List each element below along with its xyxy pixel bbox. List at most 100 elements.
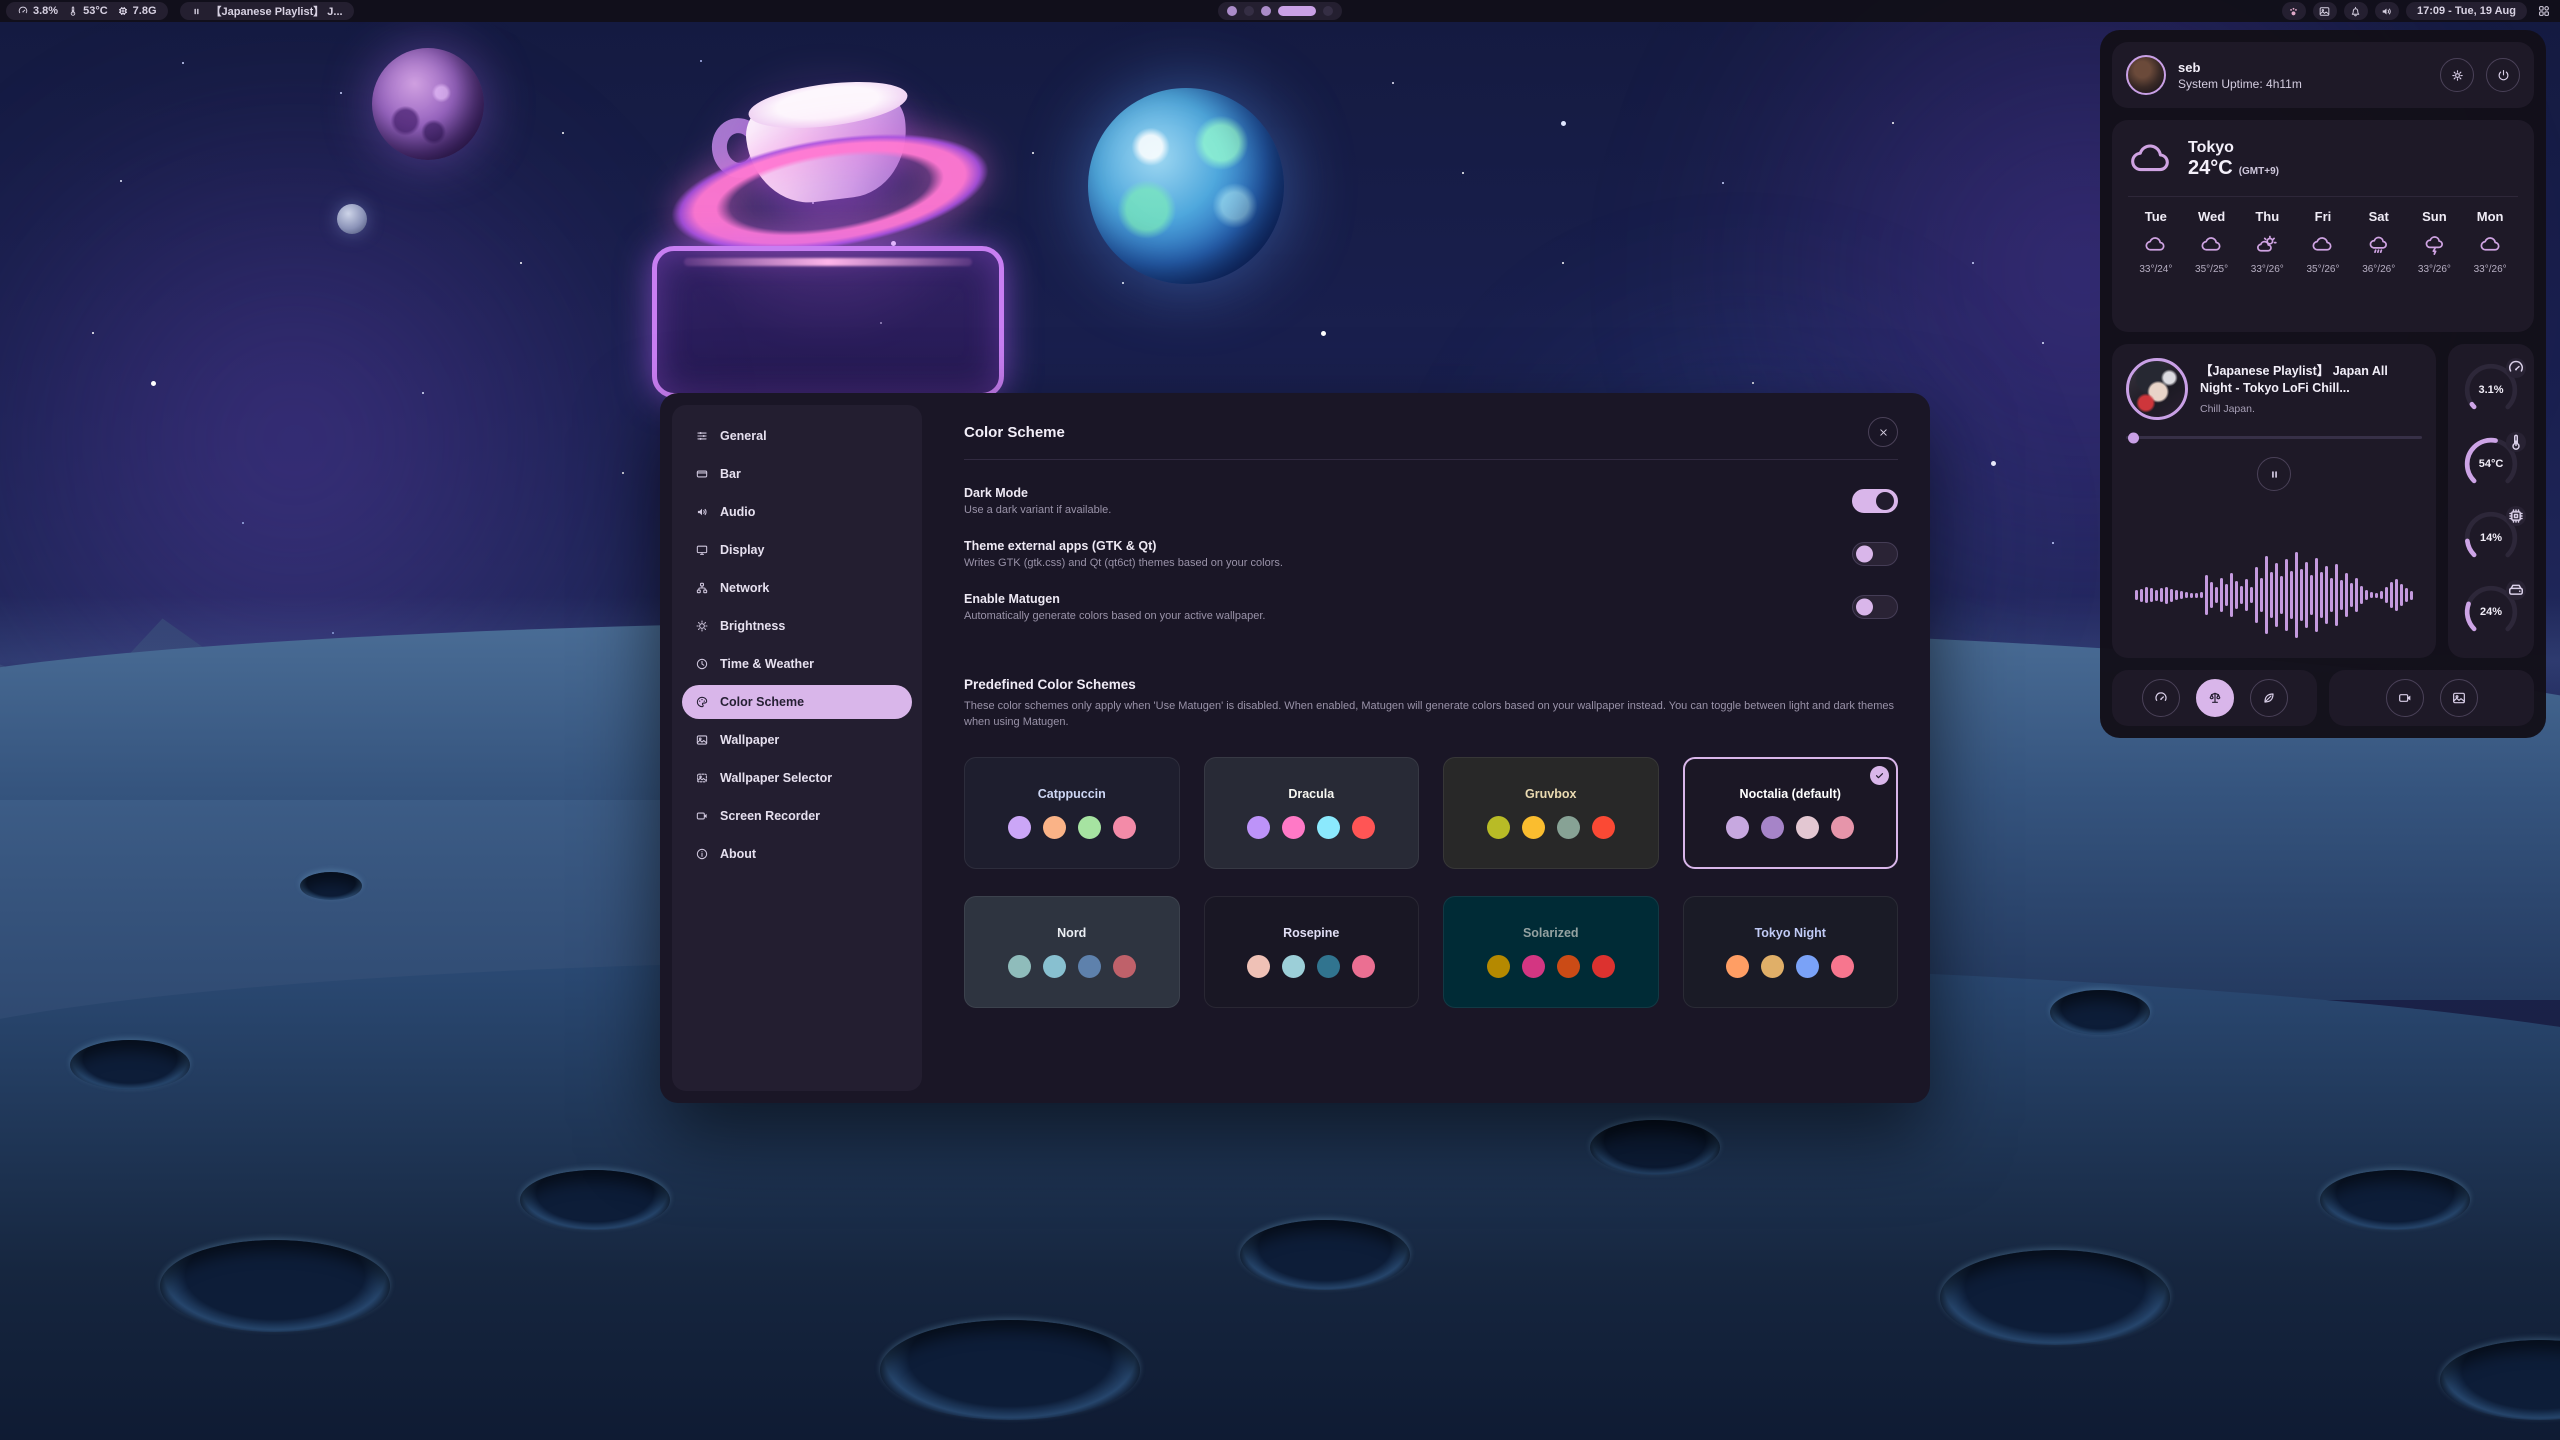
sidebar-item-wallpaper-selector[interactable]: Wallpaper Selector <box>682 761 912 795</box>
waveform-bar <box>2265 556 2268 634</box>
dashboard-icon[interactable] <box>2537 4 2551 18</box>
bar-media-pill[interactable]: 【Japanese Playlist】 J... <box>180 2 354 20</box>
tray-wallpaper-button[interactable] <box>2313 2 2337 20</box>
scheme-card-rosepine[interactable]: Rosepine <box>1204 896 1420 1008</box>
toggle-theme-external-apps-gtk-qt[interactable] <box>1852 542 1898 566</box>
color-swatch <box>1247 955 1270 978</box>
color-swatch <box>1008 816 1031 839</box>
waveform-bar <box>2335 564 2338 626</box>
forecast-temps: 33°/26° <box>2239 264 2295 275</box>
progress-handle[interactable] <box>2128 432 2139 443</box>
wallpaper-button[interactable] <box>2440 679 2478 717</box>
sidebar-item-time-weather[interactable]: Time & Weather <box>682 647 912 681</box>
weather-timezone: (GMT+9) <box>2239 166 2279 177</box>
workspace-dot-3[interactable] <box>1261 6 1271 16</box>
scheme-card-dracula[interactable]: Dracula <box>1204 757 1420 869</box>
screen-record-button[interactable] <box>2386 679 2424 717</box>
sidebar-item-label: Brightness <box>720 619 785 633</box>
notifications-button[interactable] <box>2344 2 2368 20</box>
settings-header: Color Scheme <box>964 411 1898 453</box>
waveform-bar <box>2240 586 2243 604</box>
waveform-bar <box>2325 566 2328 624</box>
toggle-dark-mode[interactable] <box>1852 489 1898 513</box>
waveform-bar <box>2290 571 2293 619</box>
forecast-day-thu: Thu 33°/26° <box>2239 209 2295 275</box>
power-button[interactable] <box>2486 58 2520 92</box>
swatch-row <box>1247 955 1375 978</box>
performance-profile-button[interactable] <box>2142 679 2180 717</box>
color-swatch <box>1522 816 1545 839</box>
thermometer-icon <box>2506 432 2526 452</box>
setting-row-dark-mode: Dark Mode Use a dark variant if availabl… <box>964 486 1898 516</box>
suncloud-icon <box>2256 233 2279 256</box>
toggle-list: Dark Mode Use a dark variant if availabl… <box>964 486 1898 645</box>
user-card: seb System Uptime: 4h11m <box>2112 42 2534 108</box>
scheme-card-nord[interactable]: Nord <box>964 896 1180 1008</box>
sidebar-item-about[interactable]: About <box>682 837 912 871</box>
sidebar-item-general[interactable]: General <box>682 419 912 453</box>
workspace-dot-5[interactable] <box>1323 6 1333 16</box>
crater <box>1940 1250 2170 1345</box>
sidebar-item-bar[interactable]: Bar <box>682 457 912 491</box>
color-swatch <box>1043 955 1066 978</box>
pause-icon <box>191 6 202 17</box>
crater <box>2050 990 2150 1035</box>
forecast-day-label: Tue <box>2128 209 2184 224</box>
workspace-dot-1[interactable] <box>1227 6 1237 16</box>
volume-button[interactable] <box>2375 2 2399 20</box>
scheme-card-tokyo-night[interactable]: Tokyo Night <box>1683 896 1899 1008</box>
clock-pill[interactable]: 17:09 - Tue, 19 Aug <box>2406 2 2527 20</box>
forecast-temps: 33°/24° <box>2128 264 2184 275</box>
waveform-bar <box>2305 562 2308 628</box>
tray-app-button[interactable] <box>2282 2 2306 20</box>
waveform-bar <box>2155 590 2158 601</box>
neon-billboard <box>652 246 1004 398</box>
waveform-bar <box>2185 592 2188 598</box>
sidebar-item-wallpaper[interactable]: Wallpaper <box>682 723 912 757</box>
sidebar-item-label: Color Scheme <box>720 695 804 709</box>
media-row: 【Japanese Playlist】 Japan All Night - To… <box>2112 344 2534 658</box>
bar-stat-value: 7.8G <box>133 5 157 17</box>
color-swatch <box>1282 816 1305 839</box>
sidebar-item-brightness[interactable]: Brightness <box>682 609 912 643</box>
scheme-card-gruvbox[interactable]: Gruvbox <box>1443 757 1659 869</box>
sidebar-item-display[interactable]: Display <box>682 533 912 567</box>
waveform-bar <box>2210 582 2213 608</box>
color-swatch <box>1282 955 1305 978</box>
scheme-card-noctalia-default[interactable]: Noctalia (default) <box>1683 757 1899 869</box>
scheme-name: Catppuccin <box>1038 787 1106 801</box>
crater <box>1240 1220 1410 1290</box>
scheme-card-solarized[interactable]: Solarized <box>1443 896 1659 1008</box>
waveform-bar <box>2330 578 2333 612</box>
sidebar-item-screen-recorder[interactable]: Screen Recorder <box>682 799 912 833</box>
sidebar-item-color-scheme[interactable]: Color Scheme <box>682 685 912 719</box>
waveform-bar <box>2345 573 2348 617</box>
scheme-cards: Catppuccin Dracula Gruvbox Noctalia (def… <box>964 757 1898 1008</box>
balanced-profile-button[interactable] <box>2196 679 2234 717</box>
waveform-bar <box>2205 575 2208 615</box>
crater <box>160 1240 390 1332</box>
waveform-bar <box>2180 591 2183 599</box>
scheme-name: Noctalia (default) <box>1740 787 1841 801</box>
pause-button[interactable] <box>2257 457 2291 491</box>
sidebar-item-network[interactable]: Network <box>682 571 912 605</box>
weather-forecast: Tue 33°/24° Wed 35°/25° Thu 33°/26° Fri … <box>2128 209 2518 275</box>
settings-button[interactable] <box>2440 58 2474 92</box>
media-progress-bar[interactable] <box>2126 436 2422 439</box>
bar-stat-temperature: 53°C <box>67 5 108 17</box>
workspace-dot-4[interactable] <box>1278 6 1316 16</box>
cloud-icon <box>2128 136 2174 182</box>
workspace-dot-2[interactable] <box>1244 6 1254 16</box>
sidebar-item-label: Network <box>720 581 769 595</box>
waveform-bar <box>2300 569 2303 621</box>
crater <box>70 1040 190 1090</box>
close-button[interactable] <box>1868 417 1898 447</box>
system-stats-pill[interactable]: 3.8%53°C7.8G <box>6 2 168 20</box>
toggle-enable-matugen[interactable] <box>1852 595 1898 619</box>
powersave-profile-button[interactable] <box>2250 679 2288 717</box>
scheme-card-catppuccin[interactable]: Catppuccin <box>964 757 1180 869</box>
palette-icon <box>695 695 709 709</box>
sidebar-item-audio[interactable]: Audio <box>682 495 912 529</box>
weather-current: Tokyo 24°C (GMT+9) <box>2128 136 2518 182</box>
waveform-bar <box>2145 587 2148 603</box>
